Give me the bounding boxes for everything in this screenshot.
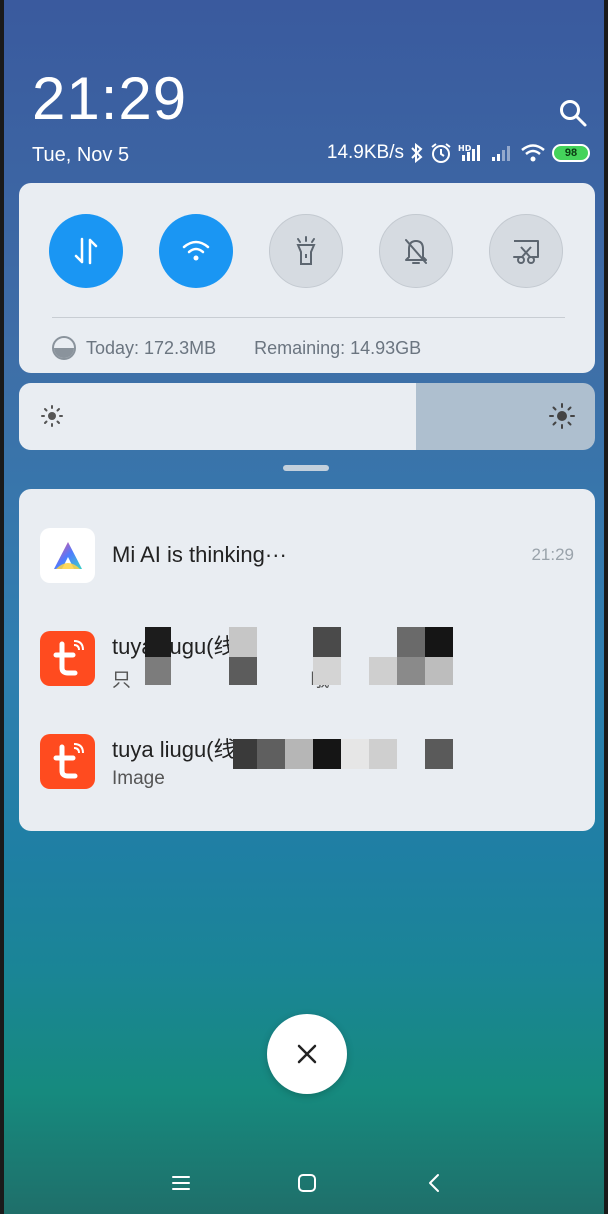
wifi-toggle[interactable] [159,214,233,288]
signal-icon [492,146,510,161]
status-bar: 14.9KB/s HD 98 [327,142,590,164]
notification-subtitle: Image [112,768,165,789]
screenshot-toggle[interactable] [489,214,563,288]
menu-button[interactable] [166,1168,196,1198]
notification-title: Mi AI is thinking··· [112,542,287,567]
screenshot-icon [513,240,539,264]
silent-mode-toggle[interactable] [379,214,453,288]
brightness-low-icon [41,405,63,427]
mobile-data-toggle[interactable] [49,214,123,288]
svg-text:HD: HD [458,144,472,153]
search-icon[interactable] [558,98,588,128]
qs-divider [52,317,565,318]
data-usage[interactable]: Today: 172.3MB Remaining: 14.93GB [52,336,421,360]
brightness-fill [19,383,417,450]
back-button[interactable] [419,1168,449,1198]
menu-icon [172,1176,190,1190]
notification-title: tuya liugu(线 [112,737,236,762]
battery-indicator: 98 [552,144,590,162]
alarm-icon [431,143,451,163]
data-today: Today: 172.3MB [86,337,217,358]
net-speed: 14.9KB/s [326,142,404,163]
date: Tue, Nov 5 [32,144,130,166]
flashlight-toggle[interactable] [269,214,343,288]
mi-ai-app-icon [40,528,95,583]
drag-handle[interactable] [283,465,329,471]
notification-time: 21:29 [531,545,574,564]
close-icon [297,1044,317,1064]
navigation-bar [0,1150,608,1214]
clock: 21:29 [32,65,188,132]
frame-edge-right [604,0,608,1214]
clear-all-button[interactable] [267,1014,347,1094]
tuya-app-icon [40,631,95,686]
wifi-status-icon [521,144,545,162]
quick-settings-panel: Today: 172.3MB Remaining: 14.93GB [19,183,595,373]
notification-mi-ai[interactable]: Mi AI is thinking··· [40,528,287,583]
home-button[interactable] [292,1168,322,1198]
back-icon [429,1174,439,1192]
flashlight-icon [296,236,316,265]
tuya-app-icon [40,734,95,789]
brightness-slider[interactable] [19,383,595,450]
hd-signal-icon: HD [458,144,480,161]
data-usage-icon [52,336,76,360]
notification-tuya-1[interactable]: tuya liugu(线 只 哦 [40,631,329,692]
mobile-data-icon [74,237,98,265]
bluetooth-icon [411,143,423,163]
bell-off-icon [405,239,427,264]
home-icon [298,1174,316,1192]
frame-edge-left [0,0,4,1214]
brightness-high-icon [549,403,575,429]
wifi-icon [182,240,210,261]
notification-panel: Mi AI is thinking··· 21:29 tuya liugu(线 … [19,489,595,831]
data-remaining: Remaining: 14.93GB [254,337,422,358]
notification-tuya-2[interactable]: tuya liugu(线 Image [40,734,236,790]
